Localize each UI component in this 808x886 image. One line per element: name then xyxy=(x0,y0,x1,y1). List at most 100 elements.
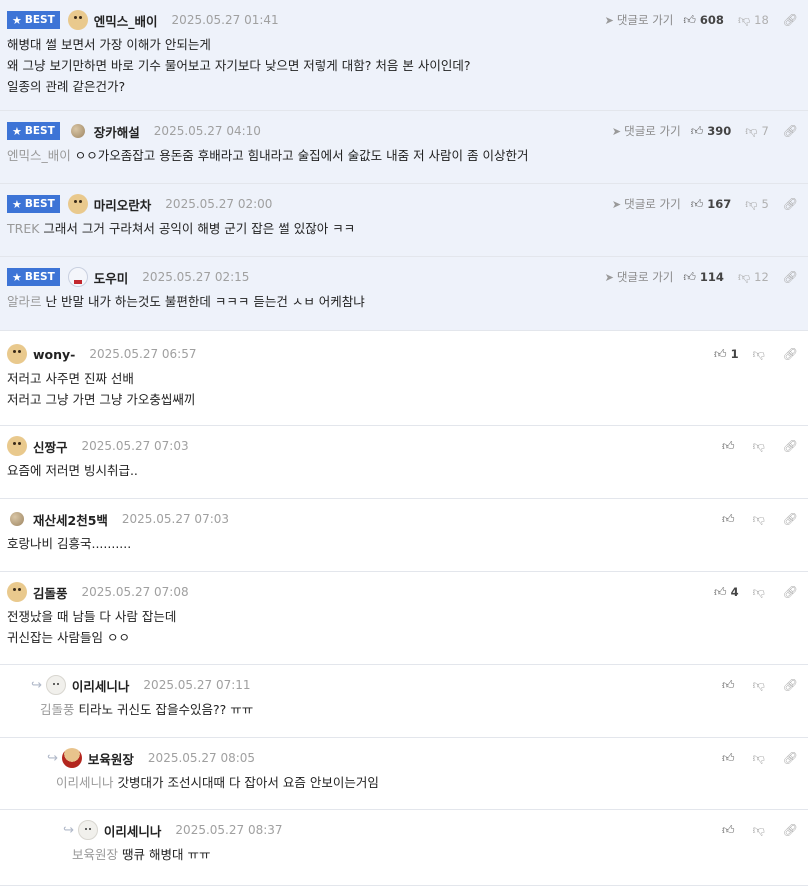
comment-body: 전쟁났을 때 남들 다 사람 잡는데귀신잡는 사람들임 ㅇㅇ xyxy=(7,606,798,648)
mention[interactable]: 엔믹스_배이 xyxy=(7,148,71,163)
link-icon[interactable]: 🔗︎ xyxy=(783,585,798,599)
mention[interactable]: 보육원장 xyxy=(72,847,118,862)
comment-text: 귀신잡는 사람들임 ㅇㅇ xyxy=(7,630,130,645)
mention[interactable]: TREK xyxy=(7,221,39,236)
comment-line: 전쟁났을 때 남들 다 사람 잡는데 xyxy=(7,606,798,627)
star-icon: ★ xyxy=(12,270,22,284)
comment-line: 귀신잡는 사람들임 ㅇㅇ xyxy=(7,627,798,648)
best-badge: ★ BEST xyxy=(7,122,60,140)
avatar[interactable] xyxy=(67,10,88,30)
upvote-button[interactable]: 👍︎ 114 xyxy=(683,270,724,285)
downvote-button[interactable]: 👎︎ xyxy=(753,512,769,527)
go-to-reply-link[interactable]: ➤ 댓글로 가기 xyxy=(612,123,681,139)
avatar[interactable] xyxy=(7,436,27,456)
comment-actions: ➤ 댓글로 가기 👍︎ 114 👎︎ 12 🔗︎ xyxy=(605,267,798,287)
timestamp: 2025.05.27 08:05 xyxy=(147,751,256,765)
comment-body: 알라르 난 반말 내가 하는것도 불편한데 ㅋㅋㅋ 듣는건 ㅅㅂ 어케참냐 xyxy=(7,291,798,312)
upvote-button[interactable]: 👍︎ xyxy=(722,823,739,838)
downvote-button[interactable]: 👎︎ xyxy=(753,751,769,766)
downvote-count: 12 xyxy=(754,270,769,284)
link-icon[interactable]: 🔗︎ xyxy=(783,512,798,526)
avatar[interactable] xyxy=(77,820,98,840)
upvote-button[interactable]: 👍︎ 390 xyxy=(691,124,732,139)
author-name[interactable]: 재산세2천5백 xyxy=(33,510,108,529)
link-icon[interactable]: 🔗︎ xyxy=(783,751,798,765)
link-icon[interactable]: 🔗︎ xyxy=(783,823,798,837)
star-icon: ★ xyxy=(12,197,22,211)
link-icon[interactable]: 🔗︎ xyxy=(783,270,798,284)
upvote-button[interactable]: 👍︎ 4 xyxy=(714,585,739,600)
upvote-count: 4 xyxy=(730,585,739,599)
upvote-button[interactable]: 👍︎ xyxy=(722,512,739,527)
upvote-button[interactable]: 👍︎ xyxy=(722,439,739,454)
comment-actions: 👍︎ 👎︎ 🔗︎ xyxy=(722,509,798,529)
author-name[interactable]: 엔믹스_배이 xyxy=(94,11,158,30)
comment-header: ↪ 이리세니나 2025.05.27 07:11 xyxy=(31,675,251,695)
best-badge: ★ BEST xyxy=(7,268,60,286)
avatar[interactable] xyxy=(10,512,24,526)
author-name[interactable]: 보육원장 xyxy=(88,749,134,768)
avatar[interactable] xyxy=(45,675,66,695)
comment-body: 해병대 썰 보면서 가장 이해가 안되는게 왜 그냥 보기만하면 바로 기수 물어… xyxy=(7,34,798,97)
downvote-button[interactable]: 👎︎ xyxy=(753,678,769,693)
author-name[interactable]: 마리오란차 xyxy=(94,195,152,214)
mention[interactable]: 이리세니나 xyxy=(56,775,114,790)
author-name[interactable]: 신짱구 xyxy=(33,437,68,456)
upvote-button[interactable]: 👍︎ 1 xyxy=(714,347,739,362)
comment-text: 왜 그냥 보기만하면 바로 기수 물어보고 자기보다 낮으면 저렇게 대함? 처… xyxy=(7,58,471,73)
comment: ↪ 보육원장 2025.05.27 08:05 👍︎ 👎︎ 🔗︎ 이리세니나 갓병대가 조선시… xyxy=(0,738,808,810)
downvote-button[interactable]: 👎︎ xyxy=(753,585,769,600)
comment-text: 그래서 그거 구라쳐서 공익이 해병 군기 잡은 썰 있잖아 ㅋㅋ xyxy=(43,221,356,236)
avatar[interactable] xyxy=(7,582,27,602)
upvote-button[interactable]: 👍︎ 608 xyxy=(683,13,724,28)
link-icon[interactable]: 🔗︎ xyxy=(783,197,798,211)
go-to-reply-link[interactable]: ➤ 댓글로 가기 xyxy=(612,196,681,212)
avatar[interactable] xyxy=(61,748,82,768)
link-icon[interactable]: 🔗︎ xyxy=(783,124,798,138)
link-icon[interactable]: 🔗︎ xyxy=(783,347,798,361)
timestamp: 2025.05.27 07:03 xyxy=(121,512,230,526)
downvote-button[interactable]: 👎︎ xyxy=(753,347,769,362)
upvote-button[interactable]: 👍︎ xyxy=(722,751,739,766)
thumb-down-icon: 👎︎ xyxy=(752,438,765,453)
author-name[interactable]: 이리세니나 xyxy=(104,821,162,840)
author-name[interactable]: 장카해설 xyxy=(94,122,140,141)
downvote-button[interactable]: 👎︎ 5 xyxy=(745,197,769,212)
link-icon[interactable]: 🔗︎ xyxy=(783,678,798,692)
upvote-button[interactable]: 👍︎ 167 xyxy=(691,197,732,212)
thumb-up-icon: 👍︎ xyxy=(722,822,735,837)
thumb-up-icon: 👍︎ xyxy=(722,438,735,453)
upvote-count: 1 xyxy=(730,347,739,361)
avatar[interactable] xyxy=(7,344,27,364)
thumb-down-icon: 👎︎ xyxy=(752,677,765,692)
downvote-button[interactable]: 👎︎ 18 xyxy=(738,13,769,28)
avatar[interactable] xyxy=(67,267,88,287)
timestamp: 2025.05.27 08:37 xyxy=(175,823,283,837)
avatar[interactable] xyxy=(70,124,85,138)
timestamp: 2025.05.27 07:11 xyxy=(143,678,251,692)
downvote-button[interactable]: 👎︎ xyxy=(753,439,769,454)
best-badge: ★ BEST xyxy=(7,195,60,213)
downvote-button[interactable]: 👎︎ 7 xyxy=(745,124,769,139)
author-name[interactable]: 김돌풍 xyxy=(33,583,68,602)
go-to-reply-link[interactable]: ➤ 댓글로 가기 xyxy=(605,12,674,28)
timestamp: 2025.05.27 02:15 xyxy=(142,270,250,284)
author-name[interactable]: wony- xyxy=(33,347,75,362)
avatar[interactable] xyxy=(67,194,88,214)
go-to-reply-link[interactable]: ➤ 댓글로 가기 xyxy=(605,269,674,285)
downvote-button[interactable]: 👎︎ 12 xyxy=(738,270,769,285)
comment-text: 저러고 그냥 가면 그냥 가오충씹쌔끼 xyxy=(7,392,196,407)
link-icon[interactable]: 🔗︎ xyxy=(783,439,798,453)
comment: 재산세2천5백 2025.05.27 07:03 👍︎ 👎︎ 🔗︎ 호랑나비 김흥국...… xyxy=(0,499,808,572)
upvote-button[interactable]: 👍︎ xyxy=(722,678,739,693)
thumb-up-icon: 👍︎ xyxy=(722,511,735,526)
comment-line: TREK 그래서 그거 구라쳐서 공익이 해병 군기 잡은 썰 있잖아 ㅋㅋ xyxy=(7,218,798,239)
mention[interactable]: 알라르 xyxy=(7,294,42,309)
link-icon[interactable]: 🔗︎ xyxy=(783,13,798,27)
downvote-button[interactable]: 👎︎ xyxy=(753,823,769,838)
timestamp: 2025.05.27 06:57 xyxy=(89,347,197,361)
author-name[interactable]: 이리세니나 xyxy=(72,676,130,695)
timestamp: 2025.05.27 07:08 xyxy=(81,585,189,599)
mention[interactable]: 김돌풍 xyxy=(40,702,75,717)
author-name[interactable]: 도우미 xyxy=(94,268,129,287)
